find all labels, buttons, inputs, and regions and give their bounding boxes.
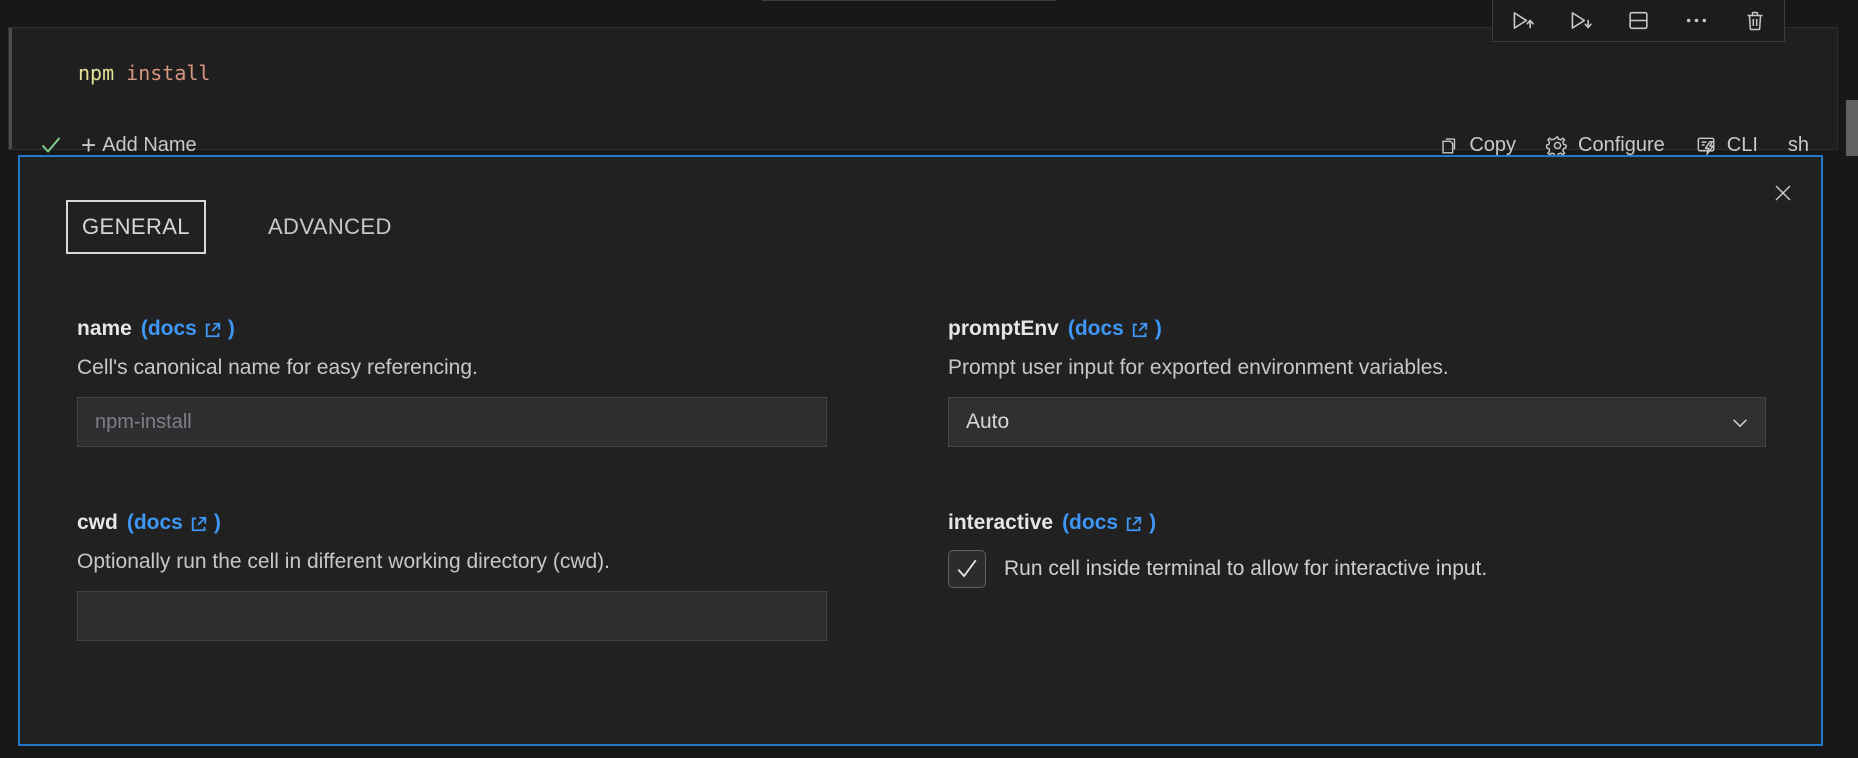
field-cwd: cwd (docs ) Optionally run the cell in d… bbox=[77, 511, 827, 641]
language-indicator[interactable]: sh bbox=[1788, 134, 1809, 157]
cwd-docs-link[interactable]: (docs ) bbox=[127, 511, 221, 535]
split-cell-button[interactable] bbox=[1624, 6, 1654, 36]
promptenv-select[interactable]: Auto bbox=[948, 397, 1766, 447]
name-field-description: Cell's canonical name for easy referenci… bbox=[77, 356, 827, 380]
external-link-icon bbox=[1124, 514, 1144, 534]
external-link-icon bbox=[203, 320, 223, 340]
external-link-icon bbox=[189, 514, 209, 534]
cell-configure-panel: GENERAL ADVANCED name (docs ) Cell's can… bbox=[18, 155, 1823, 746]
cell-code-line[interactable]: npm install bbox=[78, 60, 210, 86]
clipped-top-element bbox=[762, 0, 851, 1]
configure-button[interactable]: Configure bbox=[1546, 134, 1665, 157]
interactive-field-label: interactive bbox=[948, 511, 1053, 535]
promptenv-docs-link[interactable]: (docs ) bbox=[1068, 317, 1162, 341]
ellipsis-icon bbox=[1684, 8, 1709, 33]
cwd-field-description: Optionally run the cell in different wor… bbox=[77, 550, 827, 574]
checkbox-check-icon bbox=[953, 555, 981, 583]
run-above-icon bbox=[1509, 8, 1535, 34]
chevron-down-icon bbox=[1729, 412, 1751, 434]
external-link-icon bbox=[1130, 320, 1150, 340]
close-icon bbox=[1771, 181, 1795, 205]
cwd-field-label: cwd bbox=[77, 511, 118, 535]
language-label: sh bbox=[1788, 134, 1809, 157]
clipped-top-element bbox=[850, 0, 1056, 1]
copy-button[interactable]: Copy bbox=[1438, 134, 1516, 157]
field-promptenv: promptEnv (docs ) Prompt user input for … bbox=[948, 317, 1793, 447]
add-name-label: Add Name bbox=[102, 134, 197, 157]
trash-icon bbox=[1743, 9, 1767, 33]
cell-status-actions: Copy Configure bbox=[1438, 134, 1809, 157]
cli-label: CLI bbox=[1727, 134, 1758, 157]
more-actions-button[interactable] bbox=[1682, 6, 1712, 36]
name-field-label: name bbox=[77, 317, 132, 341]
gear-icon bbox=[1546, 134, 1569, 157]
run-below-icon bbox=[1567, 8, 1593, 34]
tab-general[interactable]: GENERAL bbox=[66, 200, 206, 254]
scrollbar-thumb[interactable] bbox=[1846, 100, 1858, 156]
success-check-icon bbox=[39, 133, 63, 157]
name-input[interactable] bbox=[77, 397, 827, 447]
cwd-input[interactable] bbox=[77, 591, 827, 641]
panel-tabs: GENERAL ADVANCED bbox=[66, 200, 406, 254]
code-token-command: npm bbox=[78, 61, 114, 85]
interactive-docs-link[interactable]: (docs ) bbox=[1062, 511, 1156, 535]
field-name: name (docs ) Cell's canonical name for e… bbox=[77, 317, 827, 447]
cli-button[interactable]: CLI bbox=[1695, 134, 1758, 157]
cell-toolbar bbox=[1492, 0, 1785, 42]
configure-label: Configure bbox=[1578, 134, 1665, 157]
cli-icon bbox=[1695, 134, 1718, 157]
interactive-checkbox-label: Run cell inside terminal to allow for in… bbox=[1004, 557, 1487, 581]
promptenv-field-description: Prompt user input for exported environme… bbox=[948, 356, 1793, 380]
field-interactive: interactive (docs ) Run cell inside term… bbox=[948, 511, 1793, 588]
name-docs-link[interactable]: (docs ) bbox=[141, 317, 235, 341]
delete-cell-button[interactable] bbox=[1740, 6, 1770, 36]
code-token-argument: install bbox=[114, 61, 210, 85]
interactive-checkbox[interactable] bbox=[948, 550, 986, 588]
promptenv-field-label: promptEnv bbox=[948, 317, 1059, 341]
copy-label: Copy bbox=[1469, 134, 1516, 157]
split-cell-icon bbox=[1626, 8, 1651, 33]
copy-icon bbox=[1438, 134, 1460, 156]
notebook-cell: npm install + Add Name Copy bbox=[8, 27, 1838, 150]
promptenv-selected-value: Auto bbox=[966, 410, 1009, 434]
close-button[interactable] bbox=[1771, 181, 1795, 205]
execute-below-button[interactable] bbox=[1565, 6, 1595, 36]
tab-advanced[interactable]: ADVANCED bbox=[254, 202, 406, 252]
execute-above-button[interactable] bbox=[1507, 6, 1537, 36]
